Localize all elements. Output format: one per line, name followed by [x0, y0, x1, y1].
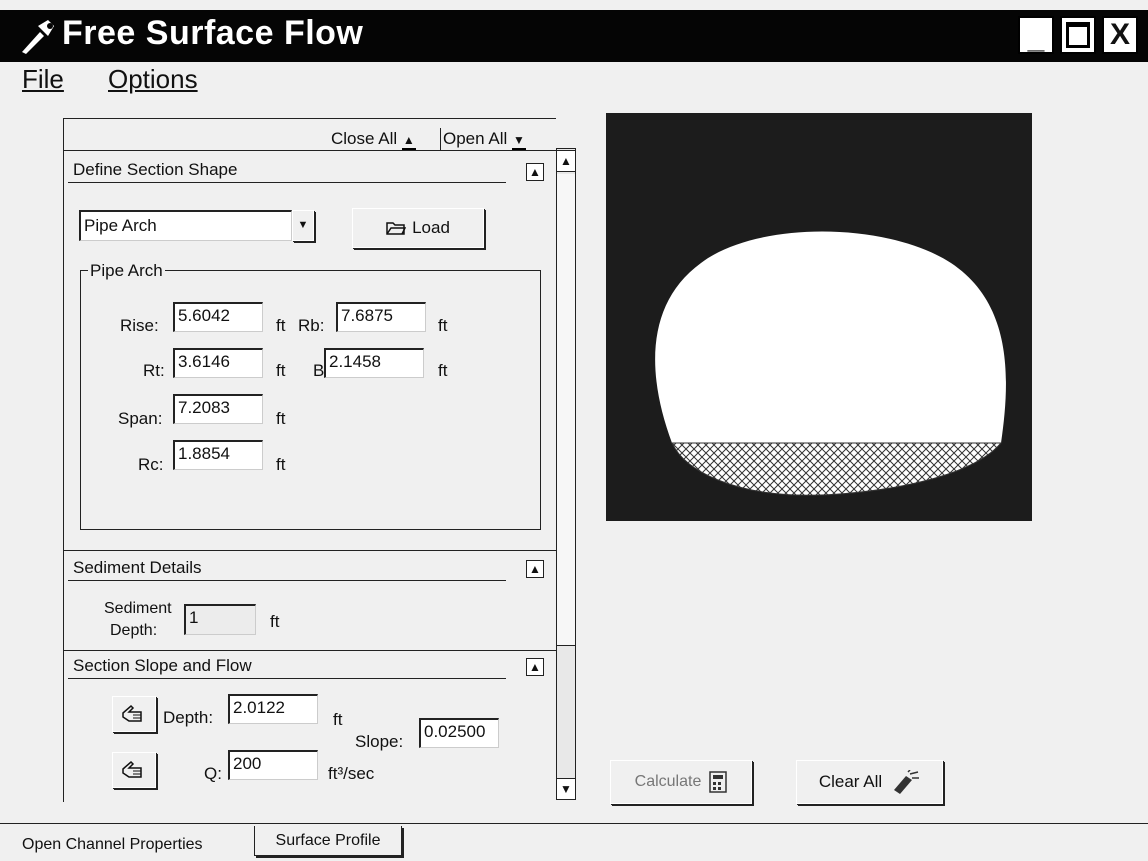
rise-field[interactable]: 5.6042: [173, 302, 263, 332]
b-unit: ft: [438, 361, 448, 380]
flow-depth-field[interactable]: 2.0122: [228, 694, 318, 724]
arrow-down-icon: ▼: [512, 134, 526, 150]
sediment-depth-field[interactable]: 1: [184, 604, 256, 635]
pipe-arch-group: [80, 270, 541, 530]
rise-unit: ft: [276, 316, 286, 335]
rt-unit: ft: [276, 361, 286, 380]
sediment-depth-label-1: Sediment: [104, 600, 172, 617]
rb-field[interactable]: 7.6875: [336, 302, 426, 332]
scroll-up-button[interactable]: ▲: [556, 150, 576, 172]
scroll-thumb[interactable]: [557, 174, 575, 646]
solve-flow-button[interactable]: [112, 752, 156, 788]
pipe-arch-group-label: Pipe Arch: [88, 261, 165, 281]
maximize-button[interactable]: [1060, 16, 1096, 54]
calculate-button[interactable]: Calculate: [610, 760, 752, 804]
rt-field[interactable]: 3.6146: [173, 348, 263, 378]
rc-label: Rc:: [138, 455, 164, 474]
sediment-heading: Sediment Details: [73, 558, 202, 577]
menu-options[interactable]: Options: [108, 64, 198, 95]
define-section-heading: Define Section Shape: [73, 160, 238, 179]
sediment-depth-unit: ft: [270, 612, 280, 631]
tab-strip-line: [0, 823, 1148, 824]
arrow-up-icon: ▲: [401, 134, 416, 150]
span-label: Span:: [118, 409, 163, 428]
shape-dropdown-button[interactable]: ▼: [292, 210, 314, 241]
span-field[interactable]: 7.2083: [173, 394, 263, 424]
close-button[interactable]: X: [1102, 16, 1138, 54]
open-all-button[interactable]: Open All ▼: [443, 129, 526, 150]
solve-depth-button[interactable]: [112, 696, 156, 732]
shape-select[interactable]: Pipe Arch: [79, 210, 292, 241]
b-field[interactable]: 2.1458: [324, 348, 424, 378]
section-preview: [606, 113, 1032, 521]
minimize-button[interactable]: _: [1018, 16, 1054, 54]
calculator-icon: [709, 771, 728, 793]
sediment-depth-label-2: Depth:: [110, 622, 158, 639]
window-title: Free Surface Flow: [62, 14, 364, 52]
rise-label: Rise:: [120, 316, 159, 335]
q-unit: ft³/sec: [328, 764, 375, 783]
span-unit: ft: [276, 409, 286, 428]
hand-pointer-icon: [122, 704, 142, 722]
q-label: Q:: [204, 764, 222, 783]
eraser-icon: [894, 770, 920, 794]
flow-depth-label: Depth:: [163, 708, 214, 727]
close-all-button[interactable]: Close All ▲: [331, 129, 416, 150]
app-icon: [22, 20, 54, 54]
collapse-define-section-button[interactable]: ▲: [526, 163, 544, 181]
rc-unit: ft: [276, 455, 286, 474]
slope-flow-heading: Section Slope and Flow: [73, 656, 252, 675]
q-field[interactable]: 200: [228, 750, 318, 780]
pipe-arch-drawing: [655, 231, 1006, 496]
rc-field[interactable]: 1.8854: [173, 440, 263, 470]
tab-surface-profile[interactable]: Surface Profile: [254, 826, 402, 856]
rt-label: Rt:: [143, 361, 165, 380]
chevron-down-icon: ▼: [297, 219, 309, 231]
folder-icon: [386, 222, 407, 235]
slope-label: Slope:: [355, 732, 404, 751]
clear-all-button[interactable]: Clear All: [796, 760, 943, 804]
slope-field[interactable]: 0.02500: [419, 718, 499, 748]
hand-pointer-icon: [122, 760, 142, 778]
collapse-slope-flow-button[interactable]: ▲: [526, 658, 544, 676]
collapse-sediment-button[interactable]: ▲: [526, 560, 544, 578]
load-button[interactable]: Load: [352, 208, 484, 248]
scroll-down-button[interactable]: ▼: [556, 778, 576, 800]
maximize-icon: [1066, 22, 1090, 48]
rb-label: Rb:: [298, 316, 325, 335]
rb-unit: ft: [438, 316, 448, 335]
flow-depth-unit: ft: [333, 710, 343, 729]
tab-open-channel-properties[interactable]: Open Channel Properties: [22, 836, 203, 854]
menu-file[interactable]: File: [22, 64, 64, 95]
